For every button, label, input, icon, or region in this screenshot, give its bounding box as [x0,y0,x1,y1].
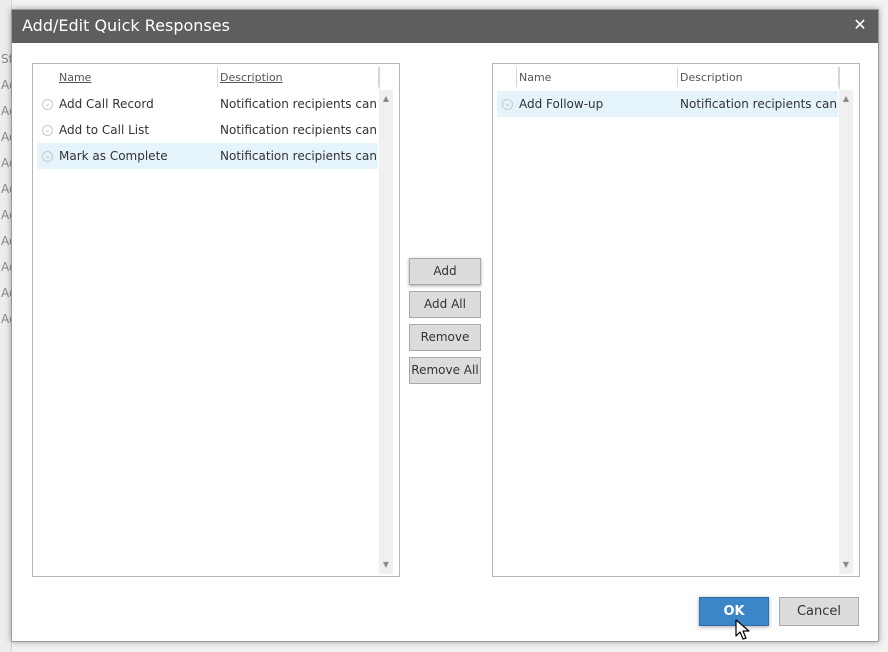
remove-all-button[interactable]: Remove All [409,357,481,384]
item-name: Add Follow-up [519,97,604,111]
scroll-up-icon[interactable]: ▲ [379,92,393,106]
mouse-pointer-icon [735,619,750,640]
item-name: Add to Call List [59,123,150,137]
item-description: Notification recipients can ... [220,149,393,163]
item-description: Notification recipients can ... [220,97,393,111]
vertical-scrollbar[interactable]: ▲ ▼ [839,90,853,574]
add-all-button[interactable]: Add All [409,291,481,318]
ok-button[interactable]: OK [699,597,769,626]
item-description: Notification recipients can ... [680,97,853,111]
list-item[interactable]: ⌄ Add Call Record Notification recipient… [37,91,392,117]
scroll-up-icon[interactable]: ▲ [839,92,853,106]
scrollbar-header-cap [839,67,853,89]
expand-icon[interactable]: ⌄ [502,99,513,110]
expand-icon[interactable]: ⌄ [42,151,53,162]
dialog-titlebar[interactable]: Add/Edit Quick Responses ✕ [12,10,878,43]
list-header: Name Description [493,64,859,89]
column-header-description[interactable]: Description [220,71,283,87]
item-description: Notification recipients can ... [220,123,393,137]
scroll-down-icon[interactable]: ▼ [379,558,393,572]
scrollbar-header-cap [379,67,393,89]
list-item-selected[interactable]: ⌄ Add Follow-up Notification recipients … [497,91,852,117]
vertical-scrollbar[interactable]: ▲ ▼ [379,90,393,574]
cancel-button[interactable]: Cancel [779,597,859,626]
column-header-name[interactable]: Name [519,71,551,87]
dialog-title: Add/Edit Quick Responses [22,16,230,35]
expand-icon[interactable]: ⌄ [42,99,53,110]
item-name: Add Call Record [59,97,154,111]
scroll-down-icon[interactable]: ▼ [839,558,853,572]
selected-responses-list[interactable]: Name Description ⌄ Add Follow-up Notific… [492,63,860,577]
column-divider[interactable] [217,67,218,87]
list-item[interactable]: ⌄ Add to Call List Notification recipien… [37,117,392,143]
add-button[interactable]: Add [409,258,481,285]
available-responses-list[interactable]: Name Description ⌄ Add Call Record Notif… [32,63,400,577]
close-icon[interactable]: ✕ [850,15,870,35]
expand-icon[interactable]: ⌄ [42,125,53,136]
item-name: Mark as Complete [59,149,168,163]
remove-button[interactable]: Remove [409,324,481,351]
list-item-selected[interactable]: ⌄ Mark as Complete Notification recipien… [37,143,392,169]
column-divider[interactable] [677,67,678,87]
column-header-name[interactable]: Name [59,71,91,87]
column-header-description[interactable]: Description [680,71,743,87]
list-header: Name Description [33,64,399,89]
column-divider[interactable] [516,67,517,87]
quick-responses-dialog: Add/Edit Quick Responses ✕ Name Descript… [11,9,879,642]
